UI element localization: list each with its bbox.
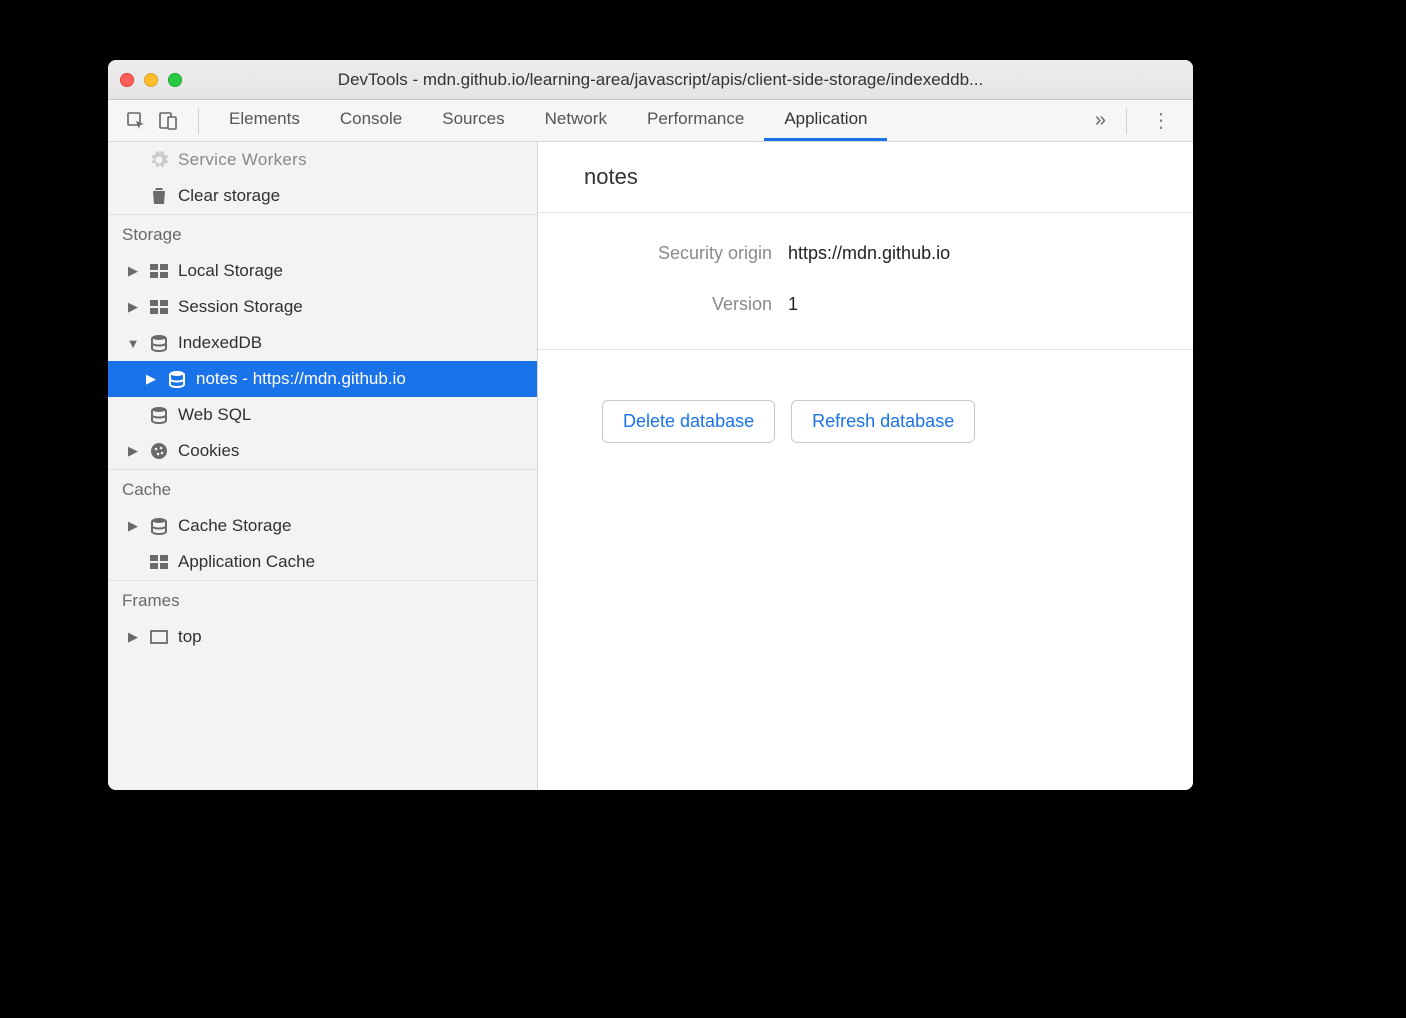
sidebar-item-label: Clear storage [178, 186, 280, 206]
traffic-lights [120, 73, 182, 87]
devtools-toolbar: Elements Console Sources Network Perform… [108, 100, 1193, 142]
chevron-right-icon: ▶ [126, 299, 140, 315]
chevron-right-icon: ▶ [126, 629, 140, 645]
sidebar-item-cookies[interactable]: ▶ Cookies [108, 433, 537, 469]
delete-database-button[interactable]: Delete database [602, 400, 775, 443]
detail-actions: Delete database Refresh database [538, 350, 1193, 443]
sidebar-item-indexeddb-notes[interactable]: ▶ notes - https://mdn.github.io [108, 361, 537, 397]
sidebar-section-frames: Frames [108, 580, 537, 619]
sidebar-item-indexeddb[interactable]: ▼ IndexedDB [108, 325, 537, 361]
content-area: Service Workers Clear storage Storage ▶ … [108, 142, 1193, 790]
sidebar-item-label: IndexedDB [178, 333, 262, 353]
database-icon [148, 406, 170, 424]
sidebar-item-session-storage[interactable]: ▶ Session Storage [108, 289, 537, 325]
detail-properties: Security origin https://mdn.github.io Ve… [538, 213, 1193, 350]
devtools-window: DevTools - mdn.github.io/learning-area/j… [108, 60, 1193, 790]
minimize-window-button[interactable] [144, 73, 158, 87]
grid-icon [148, 300, 170, 314]
chevron-right-icon: ▶ [126, 263, 140, 279]
sidebar-item-local-storage[interactable]: ▶ Local Storage [108, 253, 537, 289]
sidebar-section-storage: Storage [108, 214, 537, 253]
version-value: 1 [788, 294, 798, 315]
version-label: Version [548, 294, 788, 315]
sidebar-section-cache: Cache [108, 469, 537, 508]
device-toolbar-icon[interactable] [158, 111, 178, 131]
sidebar-item-label: Application Cache [178, 552, 315, 572]
tab-network[interactable]: Network [525, 100, 627, 141]
refresh-database-button[interactable]: Refresh database [791, 400, 975, 443]
sidebar-item-label: Cookies [178, 441, 239, 461]
tab-elements[interactable]: Elements [209, 100, 320, 141]
tab-performance[interactable]: Performance [627, 100, 764, 141]
gear-icon [148, 151, 170, 169]
tabs-overflow-icon[interactable]: » [1085, 109, 1116, 132]
sidebar-item-cache-storage[interactable]: ▶ Cache Storage [108, 508, 537, 544]
detail-title: notes [538, 142, 1193, 213]
chevron-right-icon: ▶ [126, 443, 140, 459]
sidebar-item-label: notes - https://mdn.github.io [196, 369, 406, 389]
chevron-right-icon: ▶ [126, 518, 140, 534]
frame-icon [148, 630, 170, 644]
database-icon [148, 517, 170, 535]
zoom-window-button[interactable] [168, 73, 182, 87]
detail-panel: notes Security origin https://mdn.github… [538, 142, 1193, 790]
devtools-tabs: Elements Console Sources Network Perform… [209, 100, 1085, 141]
inspect-element-icon[interactable] [126, 111, 146, 131]
application-sidebar: Service Workers Clear storage Storage ▶ … [108, 142, 538, 790]
toolbar-divider [1126, 108, 1127, 134]
sidebar-item-label: Cache Storage [178, 516, 291, 536]
sidebar-item-application-cache[interactable]: Application Cache [108, 544, 537, 580]
sidebar-item-clear-storage[interactable]: Clear storage [108, 178, 537, 214]
toolbar-divider [198, 108, 199, 134]
window-title: DevTools - mdn.github.io/learning-area/j… [200, 70, 1181, 90]
grid-icon [148, 555, 170, 569]
sidebar-item-label: Service Workers [178, 150, 307, 170]
sidebar-item-service-workers[interactable]: Service Workers [108, 142, 537, 178]
more-options-icon[interactable]: ⋮ [1137, 108, 1185, 133]
tab-application[interactable]: Application [764, 100, 887, 141]
sidebar-item-websql[interactable]: Web SQL [108, 397, 537, 433]
security-origin-label: Security origin [548, 243, 788, 264]
chevron-down-icon: ▼ [126, 336, 140, 351]
grid-icon [148, 264, 170, 278]
trash-icon [148, 187, 170, 205]
tab-sources[interactable]: Sources [422, 100, 524, 141]
tab-console[interactable]: Console [320, 100, 422, 141]
sidebar-item-label: Web SQL [178, 405, 251, 425]
sidebar-item-top-frame[interactable]: ▶ top [108, 619, 537, 655]
sidebar-item-label: Session Storage [178, 297, 303, 317]
database-icon [148, 334, 170, 352]
security-origin-value: https://mdn.github.io [788, 243, 950, 264]
sidebar-item-label: Local Storage [178, 261, 283, 281]
close-window-button[interactable] [120, 73, 134, 87]
sidebar-item-label: top [178, 627, 202, 647]
database-icon [166, 370, 188, 388]
chevron-right-icon: ▶ [144, 371, 158, 387]
titlebar: DevTools - mdn.github.io/learning-area/j… [108, 60, 1193, 100]
cookie-icon [148, 442, 170, 460]
